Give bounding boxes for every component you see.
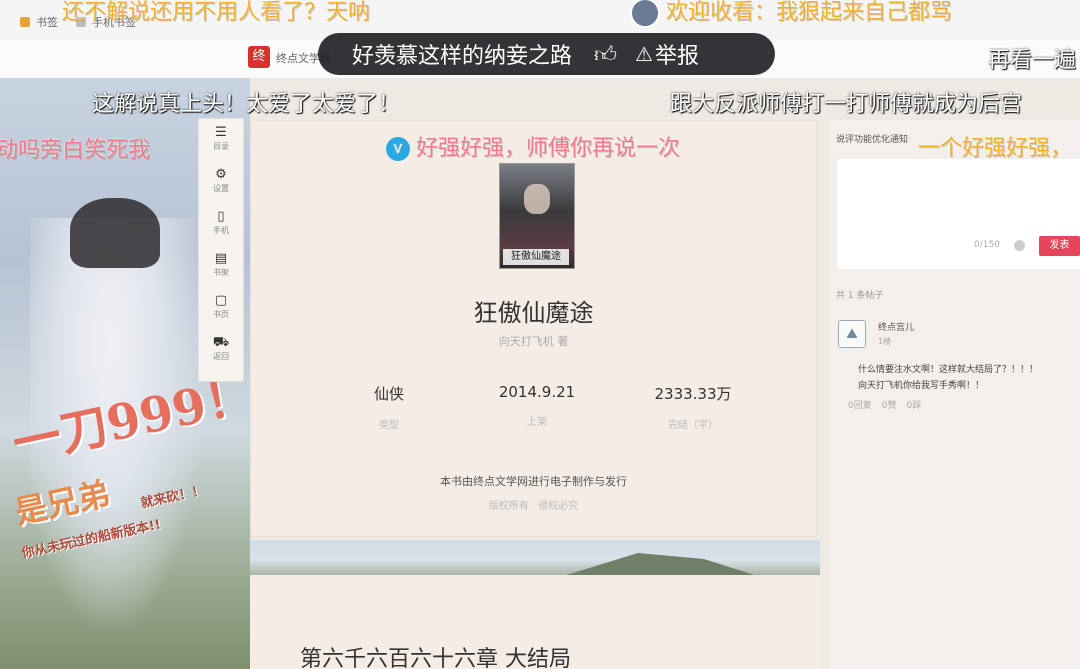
gear-icon: ⚙: [215, 167, 227, 182]
book-info-card: 狂傲仙魔途 狂傲仙魔途 向天打飞机 著 仙侠 类型 2014.9.21 上架 2…: [250, 120, 817, 537]
comment-notice-link[interactable]: 说评功能优化通知: [836, 132, 908, 145]
report-button[interactable]: ⚠ 举报: [635, 38, 699, 70]
stat-category: 仙侠 类型: [373, 385, 404, 431]
scenery-strip: [250, 540, 820, 580]
focused-danmaku-text: 好羡慕这样的纳妾之路: [352, 44, 573, 69]
site-logo[interactable]: 终: [248, 46, 270, 68]
screen: 书签 手机书签 终 终点文学网 一刀999！ 是兄弟 就来砍！！ 你从未玩过的船…: [0, 0, 1080, 669]
danmaku-comment: 这解说真上头！太爱了太爱了！: [92, 92, 401, 117]
book-author: 向天打飞机 著: [498, 335, 569, 348]
document-icon: ▢: [214, 293, 228, 308]
danmaku-comment: 还不解说还用不用人看了？天呐: [62, 0, 371, 25]
copyright-note: 版权所有 · 侵权必究: [488, 501, 579, 512]
danmaku-focus-bar: 好羡慕这样的纳妾之路 👍︎ ⚠ 举报: [318, 33, 775, 75]
car-icon: ⛟: [212, 335, 230, 350]
post-count: 共 1 条帖子: [836, 291, 884, 301]
reply-count[interactable]: 0回复: [848, 398, 872, 411]
dislike-count[interactable]: 0踩: [906, 398, 921, 411]
hero-hair: [70, 198, 160, 268]
danmaku-comment: 动吗旁白笑死我: [0, 138, 151, 163]
list-icon: ☰: [215, 125, 227, 140]
verified-badge-icon: V: [386, 137, 410, 161]
cover-character: [524, 184, 550, 214]
stat-word-count: 2333.33万 完结（字）: [654, 385, 732, 431]
danmaku-comment: 欢迎收看：我狠起来自己都骂: [630, 0, 952, 28]
emoji-icon[interactable]: [1014, 240, 1025, 251]
post-text-line: 什么情要注水文啊！这样就大结局了？！！！: [858, 365, 1039, 375]
danmaku-comment: 一个好强好强，: [918, 136, 1073, 161]
book-cover[interactable]: 狂傲仙魔途: [499, 163, 575, 269]
book-icon: ▤: [214, 251, 228, 266]
post-comment-button[interactable]: 发表: [1039, 236, 1080, 256]
comment-panel: 说评功能优化通知: [830, 120, 1080, 669]
reader-side-nav: ☰ 目录 ⚙ 设置 ▯ 手机 ▤ 书架 ▢ 书页 ⛟ 返回: [198, 118, 244, 382]
danmaku-comment: 跟大反派师傅打一打师傅就成为后宫: [670, 92, 1023, 117]
cover-title: 狂傲仙魔途: [503, 249, 569, 265]
danmaku-comment: 再看一遍: [988, 48, 1077, 73]
book-title: 狂傲仙魔途: [473, 299, 594, 327]
side-nav-bookpage[interactable]: ▢ 书页: [199, 287, 243, 329]
char-count: 0/150: [974, 240, 1000, 250]
bookmark-item[interactable]: 书签: [20, 14, 58, 30]
chapter-title: 第六千六百六十六章 大结局: [300, 647, 571, 669]
side-nav-settings[interactable]: ⚙ 设置: [199, 161, 243, 203]
phone-icon: ▯: [217, 209, 225, 224]
star-icon: [20, 17, 30, 27]
side-nav-mobile[interactable]: ▯ 手机: [199, 203, 243, 245]
danmaku-comment: V 好强好强，师傅你再说一次: [386, 130, 680, 162]
publisher-note: 本书由终点文学网进行电子制作与发行: [440, 475, 627, 488]
stat-release-date: 2014.9.21 上架: [498, 383, 576, 428]
user-avatar[interactable]: ⛰: [838, 320, 866, 348]
warning-icon: ⚠: [635, 42, 653, 66]
side-nav-catalog[interactable]: ☰ 目录: [199, 119, 243, 161]
avatar: [630, 0, 660, 28]
post-text-line: 向天打飞机你给我写手秀啊！！: [858, 381, 985, 391]
chapter-page: 第六千六百六十六章 大结局: [250, 575, 820, 669]
post-floor: 1楼: [878, 337, 892, 346]
side-nav-bookshelf[interactable]: ▤ 书架: [199, 245, 243, 287]
like-count[interactable]: 0赞: [882, 398, 897, 411]
side-nav-back[interactable]: ⛟ 返回: [199, 329, 243, 371]
post-username[interactable]: 终点宫儿: [878, 320, 914, 333]
post-actions: 0回复 0赞 0踩: [848, 398, 921, 411]
thumbs-up-icon[interactable]: 👍︎: [594, 41, 617, 68]
